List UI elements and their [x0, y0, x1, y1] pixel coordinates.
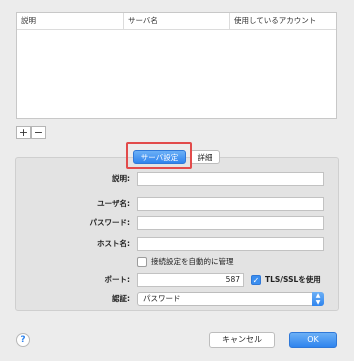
hostname-field[interactable]: [137, 237, 324, 251]
hostname-label: ホスト名:: [97, 239, 130, 248]
auto-manage-checkbox[interactable]: [137, 257, 147, 267]
server-table[interactable]: 説明 サーバ名 使用しているアカウント: [16, 12, 337, 119]
username-field[interactable]: [137, 197, 324, 211]
tab-details[interactable]: 詳細: [190, 150, 220, 164]
chevron-updown-icon: ▲ ▼: [312, 292, 324, 306]
remove-server-button[interactable]: −: [31, 126, 46, 139]
auth-select-value: パスワード: [143, 294, 181, 303]
help-button[interactable]: ?: [16, 333, 30, 347]
cancel-button[interactable]: キャンセル: [209, 332, 275, 348]
table-header: 説明 サーバ名 使用しているアカウント: [17, 13, 336, 30]
ok-button[interactable]: OK: [289, 332, 337, 348]
tls-label: TLS/SSLを使用: [265, 275, 321, 284]
port-field[interactable]: 587: [137, 273, 244, 287]
tab-server-settings[interactable]: サーバ設定: [133, 150, 186, 164]
password-field[interactable]: [137, 216, 324, 230]
column-description[interactable]: 説明: [17, 13, 123, 29]
add-server-button[interactable]: +: [16, 126, 31, 139]
column-server-name[interactable]: サーバ名: [123, 13, 229, 29]
password-label: パスワード:: [89, 218, 131, 227]
auth-select[interactable]: パスワード ▲ ▼: [137, 292, 324, 306]
description-field[interactable]: [137, 172, 324, 186]
username-label: ユーザ名:: [97, 199, 130, 208]
port-label: ポート:: [104, 275, 131, 284]
tls-checkbox[interactable]: ✓: [251, 275, 261, 285]
description-label: 説明:: [112, 174, 130, 183]
auth-label: 認証:: [112, 294, 130, 303]
column-account[interactable]: 使用しているアカウント: [229, 13, 336, 29]
auto-manage-label: 接続設定を自動的に管理: [151, 257, 234, 266]
